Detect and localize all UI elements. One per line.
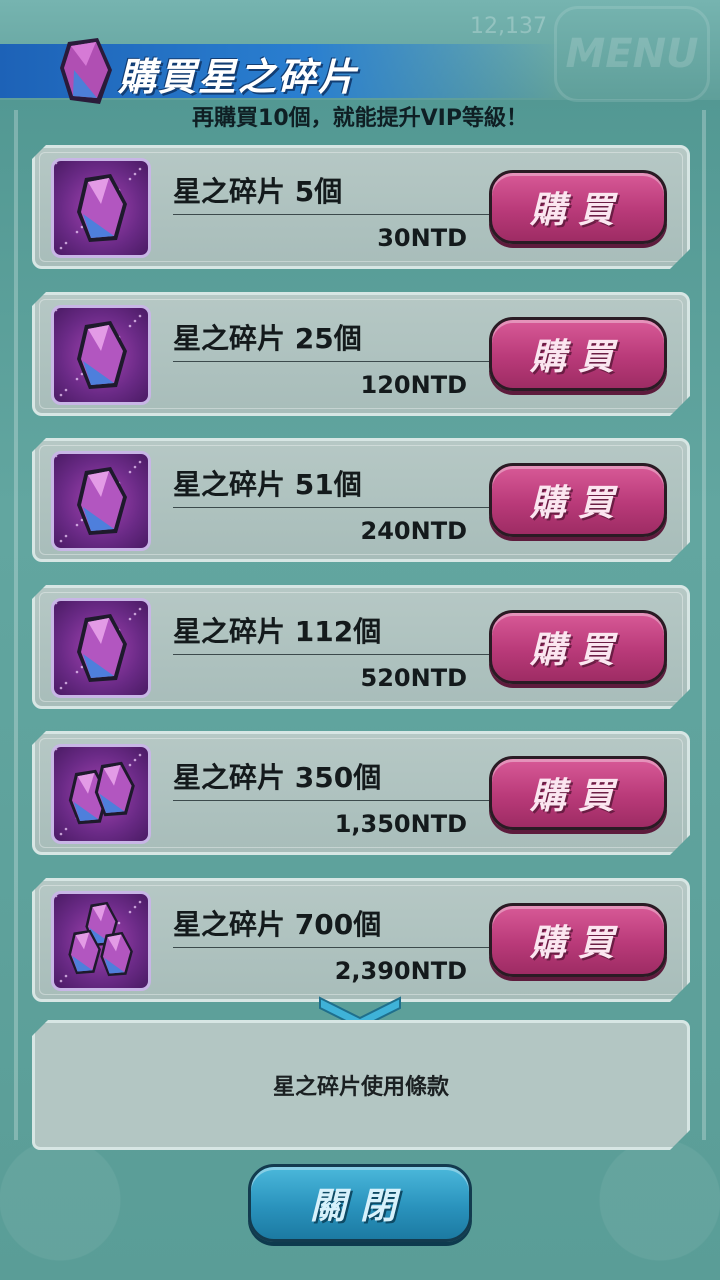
shop-item-card: 星之碎片 5個 30NTD 購買 xyxy=(32,145,690,269)
item-name: 星之碎片 700個 xyxy=(173,908,382,941)
item-divider xyxy=(173,800,499,801)
star-shard-icon xyxy=(60,38,112,104)
item-price: 30NTD xyxy=(377,224,467,252)
item-price: 1,350NTD xyxy=(334,810,467,838)
item-icon-frame xyxy=(51,744,151,844)
item-divider xyxy=(173,361,499,362)
buy-button[interactable]: 購買 xyxy=(489,610,667,684)
star-shard-icon xyxy=(54,601,148,695)
close-label: 關閉 xyxy=(309,1186,410,1227)
item-name: 星之碎片 25個 xyxy=(173,322,362,355)
star-shard-icon xyxy=(54,308,148,402)
item-icon-frame xyxy=(51,158,151,258)
item-price: 120NTD xyxy=(360,371,467,399)
buy-button[interactable]: 購買 xyxy=(489,170,667,244)
item-icon-frame xyxy=(51,891,151,991)
item-divider xyxy=(173,947,499,948)
page-title: 購買星之碎片 xyxy=(118,55,359,99)
star-shard-icon xyxy=(54,894,148,988)
item-name: 星之碎片 51個 xyxy=(173,468,362,501)
background-counter: 12,137 xyxy=(470,14,547,39)
star-shard-icon xyxy=(54,161,148,255)
shop-item-card: 星之碎片 350個 1,350NTD 購買 xyxy=(32,731,690,855)
buy-button[interactable]: 購買 xyxy=(489,463,667,537)
background-menu-button: MENU xyxy=(554,6,710,102)
item-divider xyxy=(173,654,499,655)
terms-label: 星之碎片使用條款 xyxy=(272,1075,449,1100)
item-icon-frame xyxy=(51,598,151,698)
item-icon-frame xyxy=(51,305,151,405)
buy-button[interactable]: 購買 xyxy=(489,903,667,977)
item-name: 星之碎片 5個 xyxy=(173,175,343,208)
close-button[interactable]: 關閉 xyxy=(248,1164,472,1242)
item-divider xyxy=(173,214,499,215)
item-name: 星之碎片 112個 xyxy=(173,615,382,648)
item-price: 240NTD xyxy=(360,517,467,545)
shop-item-card: 星之碎片 25個 120NTD 購買 xyxy=(32,292,690,416)
item-price: 2,390NTD xyxy=(334,957,467,985)
item-icon-frame xyxy=(51,451,151,551)
modal-frame-right xyxy=(702,110,706,1140)
star-shard-icon xyxy=(54,454,148,548)
star-shard-icon xyxy=(54,747,148,841)
terms-of-use-link[interactable]: 星之碎片使用條款 xyxy=(32,1020,690,1150)
vip-hint: 再購買10個，就能提升VIP等級！ xyxy=(192,106,528,131)
shop-item-card: 星之碎片 112個 520NTD 購買 xyxy=(32,585,690,709)
buy-button[interactable]: 購買 xyxy=(489,317,667,391)
item-divider xyxy=(173,507,499,508)
shop-item-card: 星之碎片 700個 2,390NTD 購買 xyxy=(32,878,690,1002)
item-name: 星之碎片 350個 xyxy=(173,761,382,794)
buy-button[interactable]: 購買 xyxy=(489,756,667,830)
shop-item-card: 星之碎片 51個 240NTD 購買 xyxy=(32,438,690,562)
modal-frame-left xyxy=(14,110,18,1140)
item-price: 520NTD xyxy=(360,664,467,692)
